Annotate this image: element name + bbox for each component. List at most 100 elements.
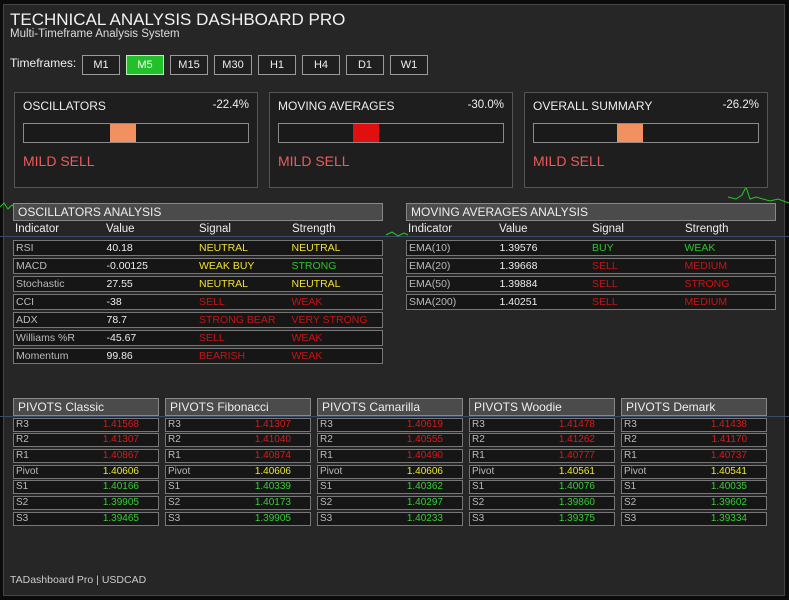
pivot-level-value: 1.40035 <box>710 481 747 493</box>
indicator-value: 27.55 <box>106 278 133 290</box>
pivot-row: S3 1.40233 <box>317 511 463 526</box>
timeframe-button-d1[interactable]: D1 <box>346 55 384 75</box>
indicator-name: RSI <box>16 242 34 254</box>
pivot-level-value: 1.39860 <box>558 497 595 509</box>
indicator-strength: WEAK <box>291 296 323 308</box>
pivot-panel-fibonacci: PIVOTS Fibonacci R3 1.41307 R2 1.41040 R1 1.40… <box>165 398 311 526</box>
signal-gauge <box>278 123 504 143</box>
pivot-row: R3 1.41568 <box>13 417 159 432</box>
indicator-strength: NEUTRAL <box>291 278 341 290</box>
indicator-value: 1.39668 <box>499 260 538 272</box>
table-row: EMA(10) 1.39576 BUY WEAK <box>406 240 776 256</box>
pivot-level-value: 1.41262 <box>558 434 595 446</box>
pivot-level-label: R1 <box>472 450 485 462</box>
column-header: Signal <box>199 223 231 235</box>
pivot-row: R3 1.41478 <box>469 417 615 432</box>
pivot-row: Pivot 1.40561 <box>469 464 615 479</box>
timeframe-button-m1[interactable]: M1 <box>82 55 120 75</box>
table-row: EMA(50) 1.39884 SELL STRONG <box>406 276 776 292</box>
pivot-level-label: S3 <box>472 512 485 524</box>
pivot-level-label: S1 <box>16 481 29 493</box>
indicator-signal: BUY <box>592 242 614 254</box>
indicator-strength: WEAK <box>291 350 323 362</box>
indicator-signal: NEUTRAL <box>199 242 249 254</box>
pivot-panel-title: PIVOTS Camarilla <box>317 398 463 416</box>
table-row: CCI -38 SELL WEAK <box>13 294 383 310</box>
indicator-name: MACD <box>16 260 47 272</box>
column-header: Indicator <box>408 223 453 235</box>
indicator-name: Stochastic <box>16 278 65 290</box>
indicator-strength: NEUTRAL <box>291 242 341 254</box>
pivot-row: S3 1.39334 <box>621 511 767 526</box>
pivot-level-value: 1.39375 <box>558 512 595 524</box>
pivot-row: R2 1.41170 <box>621 433 767 448</box>
pivot-level-value: 1.40297 <box>406 497 443 509</box>
summary-card-moving-averages: MOVING AVERAGES -30.0% MILD SELL <box>269 92 513 188</box>
indicator-strength: STRONG <box>684 278 730 290</box>
pivot-panel-title: PIVOTS Classic <box>13 398 159 416</box>
pivot-level-label: R3 <box>320 418 333 430</box>
pivot-row: S2 1.40173 <box>165 496 311 511</box>
timeframe-button-h1[interactable]: H1 <box>258 55 296 75</box>
page-subtitle: Multi-Timeframe Analysis System <box>10 28 180 40</box>
pivot-level-value: 1.40867 <box>102 450 139 462</box>
table-row: EMA(20) 1.39668 SELL MEDIUM <box>406 258 776 274</box>
pivot-level-value: 1.40339 <box>254 481 291 493</box>
indicator-name: EMA(20) <box>409 260 451 272</box>
pivot-level-label: Pivot <box>320 465 343 477</box>
page-title: TECHNICAL ANALYSIS DASHBOARD PRO <box>10 10 346 29</box>
indicator-value: -45.67 <box>106 332 137 344</box>
card-signal: MILD SELL <box>533 153 605 169</box>
pivot-level-value: 1.40541 <box>710 465 747 477</box>
pivot-level-label: R1 <box>320 450 333 462</box>
timeframe-button-m15[interactable]: M15 <box>170 55 208 75</box>
table-row: Williams %R -45.67 SELL WEAK <box>13 330 383 346</box>
column-header: Value <box>499 223 528 235</box>
pivot-level-value: 1.41170 <box>711 434 747 446</box>
pivot-level-value: 1.40619 <box>406 418 443 430</box>
gauge-thumb <box>617 124 643 142</box>
pivot-row: Pivot 1.40606 <box>317 464 463 479</box>
pivot-level-label: Pivot <box>16 465 39 477</box>
pivot-row: S1 1.40166 <box>13 480 159 495</box>
pivot-level-label: R2 <box>16 434 29 446</box>
timeframe-button-m5[interactable]: M5 <box>126 55 164 75</box>
indicator-name: SMA(200) <box>409 296 457 308</box>
indicator-strength: STRONG <box>291 260 337 272</box>
pivot-row: R3 1.41438 <box>621 417 767 432</box>
indicator-name: ADX <box>16 314 38 326</box>
card-title: OSCILLATORS <box>23 99 106 113</box>
pivot-row: Pivot 1.40541 <box>621 464 767 479</box>
timeframe-button-h4[interactable]: H4 <box>302 55 340 75</box>
pivot-level-value: 1.39905 <box>102 497 139 509</box>
pivot-level-label: S2 <box>472 497 485 509</box>
pivot-row: S1 1.40035 <box>621 480 767 495</box>
pivot-level-value: 1.40606 <box>406 465 443 477</box>
pivot-row: R3 1.41307 <box>165 417 311 432</box>
indicator-value: 1.39576 <box>499 242 538 254</box>
pivot-level-label: S2 <box>16 497 29 509</box>
indicator-strength: MEDIUM <box>684 296 728 308</box>
pivot-row: S1 1.40339 <box>165 480 311 495</box>
pivot-panel-title: PIVOTS Fibonacci <box>165 398 311 416</box>
pivot-level-value: 1.41568 <box>102 418 139 430</box>
pivot-level-label: R1 <box>624 450 637 462</box>
timeframe-button-w1[interactable]: W1 <box>390 55 428 75</box>
indicator-value: -38 <box>106 296 122 308</box>
pivot-row: Pivot 1.40606 <box>13 464 159 479</box>
indicator-signal: SELL <box>592 278 618 290</box>
pivot-level-value: 1.40606 <box>102 465 139 477</box>
timeframe-button-m30[interactable]: M30 <box>214 55 252 75</box>
pivot-panel-classic: PIVOTS Classic R3 1.41568 R2 1.41307 R1 1.4086… <box>13 398 159 526</box>
indicator-strength: WEAK <box>684 242 716 254</box>
indicator-name: EMA(10) <box>409 242 451 254</box>
pivot-level-label: R3 <box>16 418 29 430</box>
pivot-row: R1 1.40874 <box>165 449 311 464</box>
indicator-value: 78.7 <box>106 314 127 326</box>
card-title: MOVING AVERAGES <box>278 99 395 113</box>
pivot-level-value: 1.40076 <box>558 481 595 493</box>
gauge-thumb <box>110 124 136 142</box>
pivot-row: Pivot 1.40606 <box>165 464 311 479</box>
pivot-level-value: 1.40777 <box>558 450 595 462</box>
pivot-level-label: S2 <box>168 497 181 509</box>
